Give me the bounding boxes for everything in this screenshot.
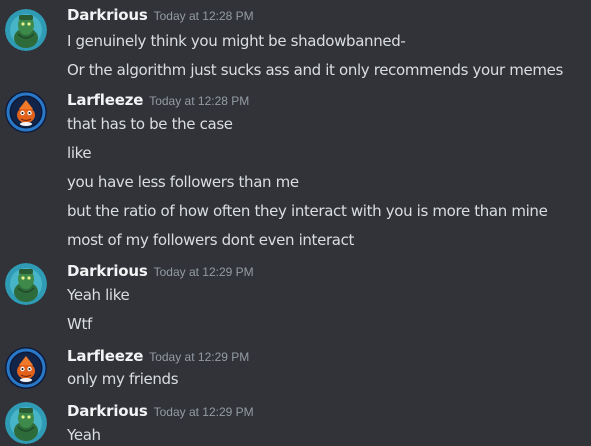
message-header: Larfleeze Today at 12:29 PM [67, 346, 249, 366]
message-text: Wtf [67, 315, 92, 333]
green-creature-avatar-icon [5, 263, 47, 305]
avatar[interactable] [5, 9, 47, 51]
username[interactable]: Darkrious [67, 262, 148, 280]
green-creature-avatar-icon [5, 9, 47, 51]
username[interactable]: Larfleeze [67, 347, 143, 365]
timestamp[interactable]: Today at 12:29 PM [149, 350, 249, 364]
timestamp[interactable]: Today at 12:28 PM [149, 94, 249, 108]
message-text: Yeah like [67, 286, 130, 304]
message-text: Or the algorithm just sucks ass and it o… [67, 61, 563, 79]
message-text: you have less followers than me [67, 173, 299, 191]
avatar[interactable] [5, 347, 47, 389]
message-header: Darkrious Today at 12:28 PM [67, 5, 254, 25]
timestamp[interactable]: Today at 12:28 PM [154, 9, 254, 23]
timestamp[interactable]: Today at 12:29 PM [154, 405, 254, 419]
message-text: only my friends [67, 370, 179, 388]
message-text: Yeah [67, 426, 101, 444]
username[interactable]: Darkrious [67, 6, 148, 24]
message-header: Larfleeze Today at 12:28 PM [67, 90, 249, 110]
orange-creature-avatar-icon [5, 91, 47, 133]
chat-message-list: Darkrious Today at 12:28 PM I genuinely t… [0, 0, 591, 446]
message-text: that has to be the case [67, 115, 233, 133]
message-header: Darkrious Today at 12:29 PM [67, 261, 254, 281]
username[interactable]: Larfleeze [67, 91, 143, 109]
username[interactable]: Darkrious [67, 402, 148, 420]
message-header: Darkrious Today at 12:29 PM [67, 401, 254, 421]
message-text: I genuinely think you might be shadowban… [67, 32, 406, 50]
timestamp[interactable]: Today at 12:29 PM [154, 265, 254, 279]
orange-creature-avatar-icon [5, 347, 47, 389]
avatar[interactable] [5, 91, 47, 133]
message-text: like [67, 144, 92, 162]
green-creature-avatar-icon [5, 402, 47, 444]
avatar[interactable] [5, 263, 47, 305]
message-text: but the ratio of how often they interact… [67, 202, 548, 220]
message-text: most of my followers dont even interact [67, 231, 355, 249]
avatar[interactable] [5, 402, 47, 444]
